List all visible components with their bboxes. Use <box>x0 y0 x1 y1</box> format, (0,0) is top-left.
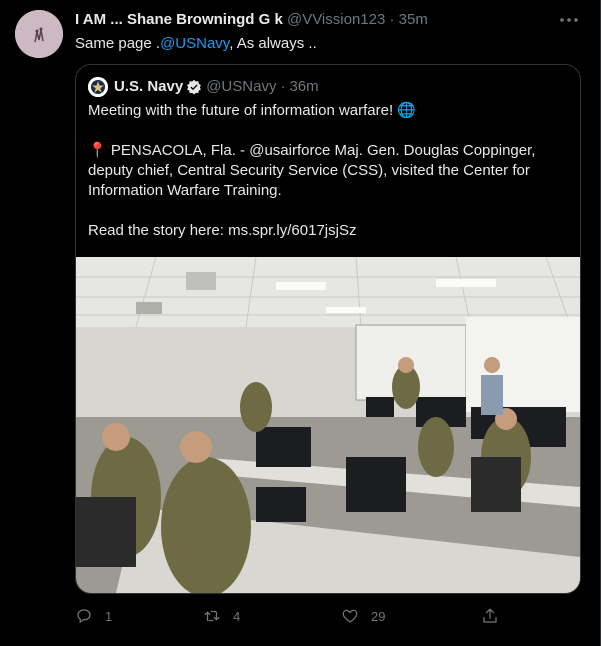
author-name[interactable]: I AM ... Shane Browningd G k <box>75 11 283 28</box>
navy-avatar[interactable] <box>88 77 108 97</box>
author-handle[interactable]: @VVission123 <box>287 11 385 28</box>
tweet-time[interactable]: 35m <box>399 11 428 28</box>
quoted-author-handle[interactable]: @USNavy <box>206 77 276 97</box>
tweet-actions: 1 4 29 <box>75 604 535 628</box>
retweet-count: 4 <box>233 608 241 624</box>
reply-icon <box>77 609 91 624</box>
tweet-header: I AM ... Shane Browningd G k @VVission12… <box>75 10 535 30</box>
reply-button[interactable]: 1 <box>75 604 112 628</box>
share-button[interactable] <box>481 604 511 628</box>
quoted-tweet-header: U.S. Navy @USNavy · 36m <box>88 77 319 97</box>
tweet-text-part: Same page . <box>75 35 161 52</box>
quoted-line-1: Meeting with the future of information w… <box>88 102 416 119</box>
read-story-prefix: Read the story here: <box>88 222 229 239</box>
quoted-paragraph-2-text: PENSACOLA, Fla. - @usairforce Maj. Gen. … <box>88 142 536 199</box>
like-count: 29 <box>371 608 386 624</box>
separator-dot: · <box>389 11 395 28</box>
quoted-tweet-time[interactable]: 36m <box>289 77 318 97</box>
tweet-text-part: , As always .. <box>229 35 317 52</box>
quoted-paragraph-2: 📍 PENSACOLA, Fla. - @usairforce Maj. Gen… <box>88 141 568 201</box>
like-icon <box>342 609 358 623</box>
attached-photo[interactable] <box>76 257 580 593</box>
tweet-text: Same page .@USNavy, As always .. <box>75 34 317 54</box>
retweet-button[interactable]: 4 <box>203 604 240 628</box>
pin-emoji: 📍 <box>88 142 107 159</box>
quoted-author-name[interactable]: U.S. Navy <box>114 77 183 97</box>
read-story-line: Read the story here: ms.spr.ly/6017jsjSz <box>88 221 568 241</box>
like-button[interactable]: 29 <box>341 604 385 628</box>
author-avatar[interactable] <box>15 10 63 58</box>
share-icon <box>483 608 497 623</box>
separator-dot: · <box>280 78 286 95</box>
reply-count: 1 <box>105 608 113 624</box>
quoted-tweet[interactable]: U.S. Navy @USNavy · 36m Meeting with the… <box>75 64 581 594</box>
mention-link[interactable]: @USNavy <box>160 35 229 52</box>
quoted-tweet-text: Meeting with the future of information w… <box>88 101 568 241</box>
verified-badge-icon <box>187 79 202 95</box>
more-icon[interactable] <box>557 8 581 32</box>
story-link[interactable]: ms.spr.ly/6017jsjSz <box>228 222 356 239</box>
retweet-icon <box>204 610 220 622</box>
